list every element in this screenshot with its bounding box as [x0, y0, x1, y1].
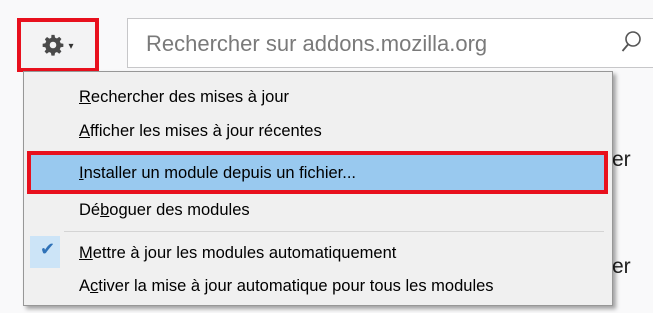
menu-item-view-recent-updates[interactable]: Afficher les mises à jour récentes: [24, 114, 612, 148]
background-text: er: [612, 148, 631, 171]
menu-separator: [64, 231, 604, 232]
menu-item-label: ettre à jour les modules automatiquement: [92, 243, 397, 262]
tools-dropdown-menu: Rechercher des mises à jour Afficher les…: [23, 71, 613, 306]
menu-item-label: nstaller un module depuis un fichier...: [83, 163, 357, 182]
menu-item-label: tiver la mise à jour automatique pour to…: [98, 276, 494, 295]
menu-item-label: oguer des modules: [109, 200, 250, 219]
background-text: er: [612, 255, 631, 278]
search-input-placeholder: Rechercher sur addons.mozilla.org: [146, 31, 488, 56]
menu-item-enable-auto-update-all[interactable]: Ac tiver la mise à jour automatique pour …: [24, 269, 612, 303]
access-key: c: [90, 276, 99, 295]
tools-menu-button[interactable]: ▾: [17, 18, 99, 72]
menu-item-debug-addons[interactable]: Dé b oguer des modules: [24, 193, 612, 227]
menu-item-label-prefix: A: [79, 276, 91, 295]
access-key: M: [79, 243, 93, 262]
menu-item-check-updates[interactable]: Rechercher des mises à jour: [24, 80, 612, 114]
search-icon[interactable]: [621, 30, 643, 59]
menu-item-auto-update[interactable]: Mettre à jour les modules automatiquemen…: [24, 236, 612, 270]
menu-item-install-from-file[interactable]: Installer un module depuis un fichier...: [24, 156, 612, 190]
menu-item-label: fficher les mises à jour récentes: [90, 121, 322, 140]
addons-search-box[interactable]: Rechercher sur addons.mozilla.org: [127, 18, 653, 68]
gear-icon: [42, 34, 64, 56]
chevron-down-icon: ▾: [68, 40, 74, 52]
menu-item-label: echercher des mises à jour: [90, 87, 290, 106]
menu-item-label-prefix: Dé: [79, 200, 101, 219]
access-key: A: [79, 121, 91, 140]
access-key: b: [100, 200, 110, 219]
access-key: R: [79, 87, 91, 106]
